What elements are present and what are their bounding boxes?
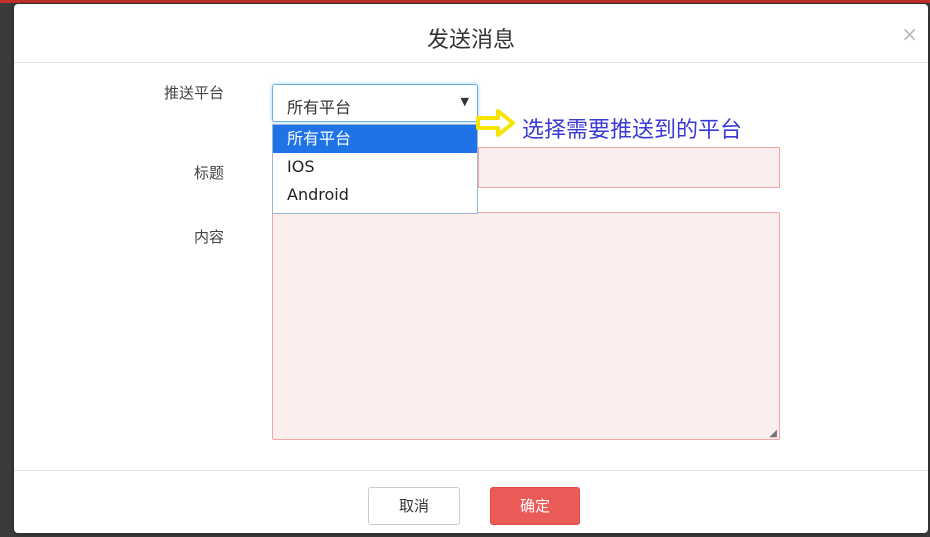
title-label: 标题: [193, 164, 224, 182]
confirm-button[interactable]: 确定: [490, 487, 580, 525]
content-textarea[interactable]: ◢: [272, 212, 780, 440]
platform-option[interactable]: 所有平台: [273, 125, 477, 153]
platform-dropdown: 所有平台 IOS Android: [272, 124, 478, 214]
content-label: 内容: [193, 228, 224, 246]
page-edge-bar: [0, 0, 930, 3]
resize-handle-icon[interactable]: ◢: [769, 428, 777, 439]
dialog-title: 发送消息: [426, 28, 515, 53]
dialog-footer: [14, 470, 928, 533]
annotation-text: 选择需要推送到的平台: [522, 118, 743, 143]
platform-select[interactable]: 所有平台 ▼: [272, 84, 478, 122]
platform-label: 推送平台: [163, 84, 224, 102]
dialog-header: 发送消息 ×: [14, 4, 928, 63]
platform-select-value: 所有平台: [287, 98, 352, 117]
send-message-dialog: 发送消息 × 推送平台 标题 内容 所有平台 ▼ ◢ 所有平台 IOS Andr…: [14, 4, 928, 533]
platform-option[interactable]: Android: [273, 181, 477, 209]
title-input[interactable]: [478, 147, 780, 188]
platform-option[interactable]: IOS: [273, 153, 477, 181]
cancel-button[interactable]: 取消: [368, 487, 460, 525]
arrow-right-icon: [476, 109, 515, 137]
close-icon[interactable]: ×: [901, 22, 918, 46]
chevron-down-icon: ▼: [460, 95, 469, 108]
